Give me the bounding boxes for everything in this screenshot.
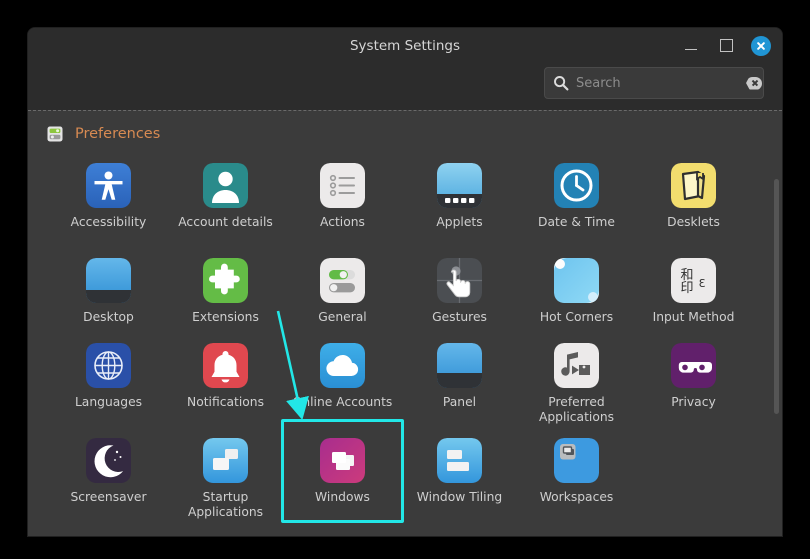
titlebar: System Settings xyxy=(28,28,782,110)
settings-tile-actions[interactable]: Actions xyxy=(284,153,401,238)
tile-label: Desktop xyxy=(53,310,165,325)
tile-label: Preferred Applications xyxy=(521,395,633,426)
tile-label: Workspaces xyxy=(521,490,633,505)
settings-tile-privacy[interactable]: Privacy xyxy=(635,333,752,418)
settings-tile-applets[interactable]: Applets xyxy=(401,153,518,238)
settings-tile-hot-corners[interactable]: Hot Corners xyxy=(518,248,635,333)
search-box[interactable] xyxy=(544,67,764,99)
actions-icon xyxy=(320,163,365,208)
settings-tile-date-time[interactable]: Date & Time xyxy=(518,153,635,238)
settings-tile-notifications[interactable]: Notifications xyxy=(167,333,284,418)
tile-label: Privacy xyxy=(638,395,750,410)
tile-label: Online Accounts xyxy=(287,395,399,410)
startup-applications-icon xyxy=(203,438,248,483)
extensions-icon xyxy=(203,258,248,303)
settings-tile-window-tiling[interactable]: Window Tiling xyxy=(401,428,518,513)
workspaces-icon xyxy=(554,438,599,483)
search-icon xyxy=(553,75,569,91)
section-header: Preferences xyxy=(28,111,782,153)
screensaver-icon xyxy=(86,438,131,483)
section-title: Preferences xyxy=(75,126,160,142)
settings-tile-online-accounts[interactable]: Online Accounts xyxy=(284,333,401,428)
screen: System Settings xyxy=(0,0,810,559)
settings-content: Preferences Accessibility Account details… xyxy=(28,110,782,536)
window-tiling-icon xyxy=(437,438,482,483)
tile-label: General xyxy=(287,310,399,325)
windows-icon xyxy=(320,438,365,483)
settings-tile-account-details[interactable]: Account details xyxy=(167,153,284,248)
hot-corners-icon xyxy=(554,258,599,303)
desktop-icon xyxy=(86,258,131,303)
tile-label: Applets xyxy=(404,215,516,230)
tile-label: Notifications xyxy=(170,395,282,410)
tile-label: Accessibility xyxy=(53,215,165,230)
preferences-icon xyxy=(46,125,64,143)
settings-tile-startup-applications[interactable]: Startup Applications xyxy=(167,428,284,523)
minimize-button[interactable] xyxy=(681,35,702,56)
tile-label: Languages xyxy=(53,395,165,410)
settings-tile-desklets[interactable]: Desklets xyxy=(635,153,752,238)
window-controls xyxy=(681,35,771,56)
settings-tile-accessibility[interactable]: Accessibility xyxy=(50,153,167,238)
maximize-button[interactable] xyxy=(716,35,737,56)
tile-label: Extensions xyxy=(170,310,282,325)
general-icon xyxy=(320,258,365,303)
desklets-icon xyxy=(671,163,716,208)
settings-tile-general[interactable]: General xyxy=(284,248,401,333)
tile-label: Gestures xyxy=(404,310,516,325)
settings-tile-screensaver[interactable]: Screensaver xyxy=(50,428,167,513)
settings-tile-preferred-applications[interactable]: Preferred Applications xyxy=(518,333,635,428)
online-accounts-icon xyxy=(320,343,365,388)
clear-search-icon[interactable] xyxy=(746,77,762,90)
input-method-icon: 和印Ɛ xyxy=(671,258,716,303)
account-details-icon xyxy=(203,163,248,208)
tile-label: Account details xyxy=(170,215,282,230)
close-button[interactable] xyxy=(751,36,771,56)
tile-label: Window Tiling xyxy=(404,490,516,505)
panel-icon xyxy=(437,343,482,388)
svg-text:Ɛ: Ɛ xyxy=(699,277,706,290)
settings-tile-panel[interactable]: Panel xyxy=(401,333,518,418)
settings-grid: Accessibility Account details Actions Apple… xyxy=(28,153,782,523)
settings-tile-windows[interactable]: Windows xyxy=(284,428,401,513)
tile-label: Input Method xyxy=(638,310,750,325)
tile-label: Hot Corners xyxy=(521,310,633,325)
window-title: System Settings xyxy=(28,38,782,54)
privacy-icon xyxy=(671,343,716,388)
tile-label: Actions xyxy=(287,215,399,230)
settings-tile-languages[interactable]: Languages xyxy=(50,333,167,418)
tile-label: Panel xyxy=(404,395,516,410)
settings-tile-input-method[interactable]: 和印Ɛ Input Method xyxy=(635,248,752,333)
tile-label: Windows xyxy=(287,490,399,505)
search-input[interactable] xyxy=(576,76,746,91)
system-settings-window: System Settings xyxy=(28,28,782,536)
tile-label: Date & Time xyxy=(521,215,633,230)
languages-icon xyxy=(86,343,131,388)
svg-text:印: 印 xyxy=(680,281,693,296)
settings-tile-gestures[interactable]: Gestures xyxy=(401,248,518,333)
date-time-icon xyxy=(554,163,599,208)
applets-icon xyxy=(437,163,482,208)
content-scrollbar[interactable] xyxy=(774,179,779,414)
accessibility-icon xyxy=(86,163,131,208)
tile-label: Startup Applications xyxy=(170,490,282,521)
settings-tile-workspaces[interactable]: Workspaces xyxy=(518,428,635,513)
settings-tile-desktop[interactable]: Desktop xyxy=(50,248,167,333)
settings-tile-extensions[interactable]: Extensions xyxy=(167,248,284,333)
notifications-icon xyxy=(203,343,248,388)
tile-label: Desklets xyxy=(638,215,750,230)
tile-label: Screensaver xyxy=(53,490,165,505)
gestures-icon xyxy=(437,258,482,303)
preferred-applications-icon xyxy=(554,343,599,388)
